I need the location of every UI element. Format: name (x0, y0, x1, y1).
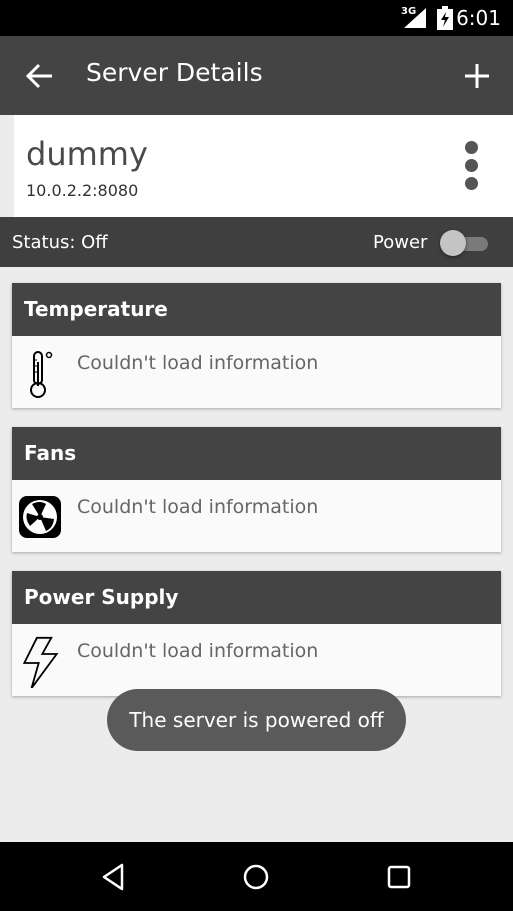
battery-icon (437, 6, 453, 30)
nav-recents-icon[interactable] (382, 860, 416, 894)
nav-home-icon[interactable] (239, 860, 273, 894)
thermometer-icon (30, 351, 53, 398)
power-label: Power (373, 232, 428, 253)
overflow-menu-icon[interactable] (465, 141, 479, 193)
app-bar: Server Details (0, 36, 513, 115)
card-message: Couldn't load information (77, 496, 319, 518)
nav-back-icon[interactable] (96, 860, 130, 894)
toast: The server is powered off (107, 689, 406, 751)
card-title: Temperature (12, 283, 501, 336)
clock: 6:01 (456, 6, 501, 30)
card-title: Power Supply (12, 571, 501, 624)
lightning-icon (22, 636, 59, 688)
card-title: Fans (12, 427, 501, 480)
temperature-card: Temperature Couldn't load information (12, 283, 501, 408)
plus-icon[interactable] (461, 60, 493, 92)
status-strip: Status: Off Power (0, 217, 513, 267)
power-toggle[interactable] (440, 229, 490, 257)
server-name: dummy (26, 135, 148, 173)
power-supply-card: Power Supply Couldn't load information (12, 571, 501, 696)
status-text: Status: Off (12, 232, 108, 253)
card-message: Couldn't load information (77, 352, 319, 374)
status-bar: 3G 6:01 (0, 0, 513, 36)
fan-icon (19, 496, 61, 538)
server-address: 10.0.2.2:8080 (26, 181, 139, 200)
card-message: Couldn't load information (77, 640, 319, 662)
signal-icon (404, 8, 426, 28)
server-card: dummy 10.0.2.2:8080 (14, 115, 513, 217)
nav-bar (0, 842, 513, 911)
power-toggle-thumb (440, 230, 466, 256)
fans-card: Fans Couldn't load information (12, 427, 501, 552)
arrow-back-icon[interactable] (24, 60, 56, 92)
page-title: Server Details (86, 58, 263, 87)
